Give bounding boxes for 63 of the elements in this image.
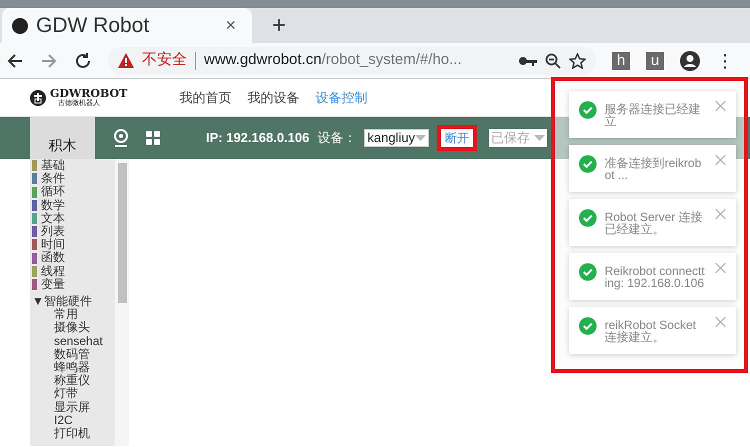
subcategory-item[interactable]: 常用 xyxy=(30,308,115,322)
category-item[interactable]: 文本 xyxy=(30,212,115,226)
caret-icon xyxy=(415,135,426,141)
extension-button[interactable]: u xyxy=(646,52,664,70)
ip-address: IP: 192.168.0.106 xyxy=(206,129,310,148)
check-icon xyxy=(579,207,597,229)
device-label: 设备： xyxy=(317,129,356,148)
nav-link[interactable]: 我的设备 xyxy=(247,88,300,108)
subcategory-item[interactable]: 称重仪 xyxy=(30,374,115,388)
notification-text: 服务器连接已经建立 xyxy=(604,103,702,127)
category-item[interactable]: 列表 xyxy=(30,225,115,238)
security-label: 不安全 xyxy=(142,50,187,70)
url-text: www.gdwrobot.cn/robot_system/#/ho... xyxy=(204,50,463,70)
category-item[interactable]: 基础 xyxy=(30,159,115,172)
category-item[interactable]: 时间 xyxy=(30,238,115,252)
subcategory-item[interactable]: 摄像头 xyxy=(30,321,115,335)
close-tab-button[interactable]: × xyxy=(219,11,242,40)
logo-text: GDWROBOT xyxy=(50,88,128,98)
subcategory-item[interactable]: 打印机 xyxy=(30,427,115,440)
zoom-out-icon[interactable] xyxy=(545,52,561,68)
subcategory-item[interactable]: sensehat xyxy=(30,334,115,348)
subcategory-item[interactable]: 蜂鸣器 xyxy=(30,361,115,374)
category-item[interactable]: 循环 xyxy=(30,185,115,199)
menu-button[interactable]: ⋮ xyxy=(716,52,734,70)
category-item[interactable]: 数学 xyxy=(30,198,115,212)
grid-icon[interactable] xyxy=(146,131,160,145)
account-icon[interactable] xyxy=(680,50,700,70)
address-bar[interactable]: 不安全 www.gdwrobot.cn/robot_system/#/ho... xyxy=(108,46,596,74)
scrollbar[interactable] xyxy=(115,159,129,446)
subcategory-item[interactable]: 显示屏 xyxy=(30,400,115,414)
nav-link[interactable]: 我的首页 xyxy=(179,88,232,108)
key-icon[interactable] xyxy=(519,56,537,66)
notification-text: Reikrobot connectting: 192.168.0.106 xyxy=(604,265,706,289)
caret-icon xyxy=(534,135,546,141)
subcategory-item[interactable]: I2C xyxy=(30,414,115,428)
favicon-icon xyxy=(12,18,28,34)
category-item[interactable]: ▼智能硬件 xyxy=(30,295,115,308)
device-select[interactable]: kangliuy xyxy=(364,129,430,147)
logo-icon xyxy=(30,90,46,106)
forward-icon[interactable] xyxy=(40,52,58,70)
warning-icon xyxy=(118,53,134,68)
tab-title: GDW Robot xyxy=(36,12,150,39)
new-tab-button[interactable]: + xyxy=(266,6,292,44)
blocks-tab[interactable]: 积木 xyxy=(30,117,95,159)
notification-text: Robot Server 连接已经建立。 xyxy=(604,211,704,235)
subcategory-item[interactable]: 数码管 xyxy=(30,348,115,362)
extension-button[interactable]: h xyxy=(612,52,630,70)
notification-text: reikRobot Socket连接建立。 xyxy=(604,319,697,343)
webcam-icon[interactable] xyxy=(112,129,130,147)
category-item[interactable]: 函数 xyxy=(30,251,115,265)
star-icon[interactable] xyxy=(569,52,586,68)
check-icon xyxy=(579,261,597,283)
check-icon xyxy=(579,153,597,175)
check-icon xyxy=(579,99,597,121)
browser-tab[interactable]: GDW Robot × xyxy=(2,8,252,43)
category-item[interactable]: 变量 xyxy=(30,278,115,292)
subcategory-item[interactable]: 灯带 xyxy=(30,387,115,401)
back-icon[interactable] xyxy=(6,52,24,70)
category-item[interactable]: 条件 xyxy=(30,172,115,186)
reload-icon[interactable] xyxy=(74,52,92,70)
category-item[interactable]: 线程 xyxy=(30,264,115,278)
check-icon xyxy=(579,315,597,337)
notification-text: 准备连接到reikrobot ... xyxy=(604,157,702,181)
